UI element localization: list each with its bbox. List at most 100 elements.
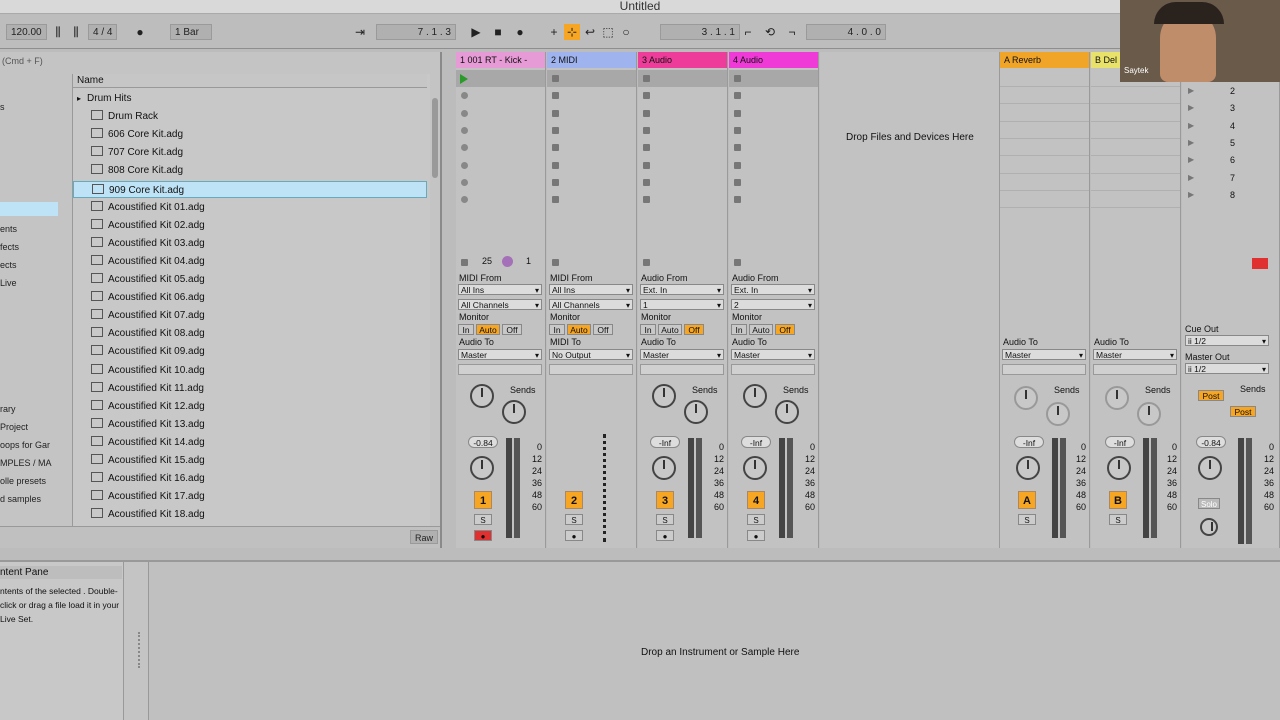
track-activator-button[interactable]: 1 (474, 491, 492, 509)
drop-area[interactable]: Drop Files and Devices Here (820, 52, 1000, 548)
browser-file-item[interactable]: Acoustified Kit 15.adg (73, 452, 427, 469)
tempo-field[interactable]: 120.00 (6, 24, 47, 40)
clip-slot[interactable] (638, 191, 727, 208)
capture-icon[interactable]: ⬚ (600, 24, 616, 40)
browser-category[interactable]: Live (0, 276, 17, 290)
browser-category[interactable]: rary (0, 402, 16, 416)
track-title[interactable]: 3 Audio (638, 52, 727, 68)
master-fader[interactable] (1246, 438, 1252, 544)
track-activator-button[interactable]: 4 (747, 491, 765, 509)
clip-slot[interactable] (456, 87, 545, 104)
monitor-auto-button[interactable]: Auto (476, 324, 500, 335)
folder-expand-icon[interactable]: ▸ (77, 94, 81, 103)
input-dropdown[interactable]: Ext. In (640, 284, 724, 295)
send-b-knob[interactable] (775, 400, 799, 424)
punch-out-icon[interactable]: ¬ (784, 24, 800, 40)
clip-stop-icon[interactable] (552, 92, 559, 100)
return-volume-field[interactable]: -Inf (1105, 436, 1135, 448)
track-stop-icon[interactable] (461, 259, 468, 266)
quantize-dropdown[interactable]: 1 Bar (170, 24, 212, 40)
song-position-field[interactable]: 7 . 1 . 3 (376, 24, 456, 40)
clip-stop-icon[interactable] (734, 92, 741, 100)
loop-switch-icon[interactable]: ⟲ (762, 24, 778, 40)
clip-slot[interactable] (729, 191, 818, 208)
return-activator-button[interactable]: B (1109, 491, 1127, 509)
time-signature-field[interactable]: 4 / 4 (88, 24, 118, 40)
track-volume-field[interactable]: -0.84 (468, 436, 498, 448)
master-solo-button[interactable]: Solo (1198, 498, 1220, 509)
track-arm-button[interactable]: ● (474, 530, 492, 541)
monitor-auto-button[interactable]: Auto (567, 324, 591, 335)
clip-stop-icon[interactable] (734, 178, 741, 186)
device-drop-area[interactable]: Drop an Instrument or Sample Here (148, 562, 1280, 720)
browser-category[interactable]: fects (0, 240, 19, 254)
clip-slot[interactable] (456, 191, 545, 208)
session-record-icon[interactable]: ○ (618, 24, 634, 40)
monitor-off-button[interactable]: Off (775, 324, 795, 335)
punch-in-icon[interactable]: ⌐ (740, 24, 756, 40)
track-arm-button[interactable]: ● (656, 530, 674, 541)
master-out-dropdown[interactable]: ii 1/2 (1185, 363, 1269, 374)
track-pan-knob[interactable] (470, 456, 494, 480)
clip-stop-icon[interactable] (552, 109, 559, 117)
scene-row[interactable]: ▶ 5 (1182, 136, 1278, 152)
output-dropdown[interactable]: Master (731, 349, 815, 360)
scene-row[interactable]: ▶ 7 (1182, 171, 1278, 187)
channel-dropdown[interactable]: All Channels (549, 299, 633, 310)
return-send-a-knob[interactable] (1105, 386, 1129, 410)
browser-file-item[interactable]: 808 Core Kit.adg (73, 162, 427, 179)
clip-stop-icon[interactable] (643, 178, 650, 186)
output-channel-field[interactable] (458, 364, 542, 375)
clip-playing-icon[interactable] (460, 74, 468, 84)
browser-file-item[interactable]: 606 Core Kit.adg (73, 126, 427, 143)
clip-slot[interactable] (729, 105, 818, 122)
browser-file-item[interactable]: Acoustified Kit 11.adg (73, 380, 427, 397)
browser-search-hint[interactable]: (Cmd + F) (2, 56, 43, 66)
scene-launch-icon[interactable]: ▶ (1188, 86, 1194, 95)
monitor-in-button[interactable]: In (549, 324, 565, 335)
track-arm-button[interactable]: ● (747, 530, 765, 541)
clip-slot[interactable] (547, 174, 636, 191)
monitor-in-button[interactable]: In (731, 324, 747, 335)
clip-stop-icon[interactable] (552, 75, 559, 82)
clip-record-icon[interactable] (461, 196, 468, 204)
browser-file-item[interactable]: Acoustified Kit 01.adg (73, 199, 427, 216)
browser-file-item[interactable]: Acoustified Kit 16.adg (73, 470, 427, 487)
scene-launch-icon[interactable]: ▶ (1188, 121, 1194, 130)
track-solo-button[interactable]: S (656, 514, 674, 525)
overdub-icon[interactable]: + (546, 24, 562, 40)
scene-row[interactable]: ▶ 2 (1182, 84, 1278, 100)
scene-row[interactable]: ▶ 4 (1182, 119, 1278, 135)
return-send-b-knob[interactable] (1137, 402, 1161, 426)
return-output-dropdown[interactable]: Master (1093, 349, 1177, 360)
clip-slot[interactable] (729, 87, 818, 104)
send-b-knob[interactable] (684, 400, 708, 424)
track-solo-button[interactable]: S (747, 514, 765, 525)
track-volume-fader[interactable] (696, 438, 702, 538)
browser-file-item[interactable]: Acoustified Kit 17.adg (73, 488, 427, 505)
output-dropdown[interactable]: No Output (549, 349, 633, 360)
loop-length-field[interactable]: 4 . 0 . 0 (806, 24, 886, 40)
return-volume-field[interactable]: -Inf (1014, 436, 1044, 448)
browser-file-item[interactable]: Acoustified Kit 08.adg (73, 325, 427, 342)
return-send-b-knob[interactable] (1046, 402, 1070, 426)
send-a-knob[interactable] (470, 384, 494, 408)
track-stop-icon[interactable] (734, 259, 741, 266)
browser-file-item[interactable]: Acoustified Kit 18.adg (73, 506, 427, 523)
track-volume-fader[interactable] (787, 438, 793, 538)
track-solo-button[interactable]: S (474, 514, 492, 525)
clip-stop-icon[interactable] (734, 75, 741, 82)
track-solo-button[interactable]: S (565, 514, 583, 525)
clip-slot[interactable] (456, 174, 545, 191)
track-arm-button[interactable]: ● (565, 530, 583, 541)
track-title[interactable]: 1 001 RT - Kick - (456, 52, 545, 68)
stop-icon[interactable]: ■ (490, 24, 506, 40)
clip-stop-icon[interactable] (552, 144, 559, 152)
master-pan-knob[interactable] (1198, 456, 1222, 480)
scene-launch-icon[interactable]: ▶ (1188, 190, 1194, 199)
scene-row[interactable]: ▶ 6 (1182, 153, 1278, 169)
clip-slot[interactable] (547, 87, 636, 104)
clip-stop-icon[interactable] (552, 178, 559, 186)
name-column-header[interactable]: Name (73, 74, 427, 88)
monitor-in-button[interactable]: In (458, 324, 474, 335)
